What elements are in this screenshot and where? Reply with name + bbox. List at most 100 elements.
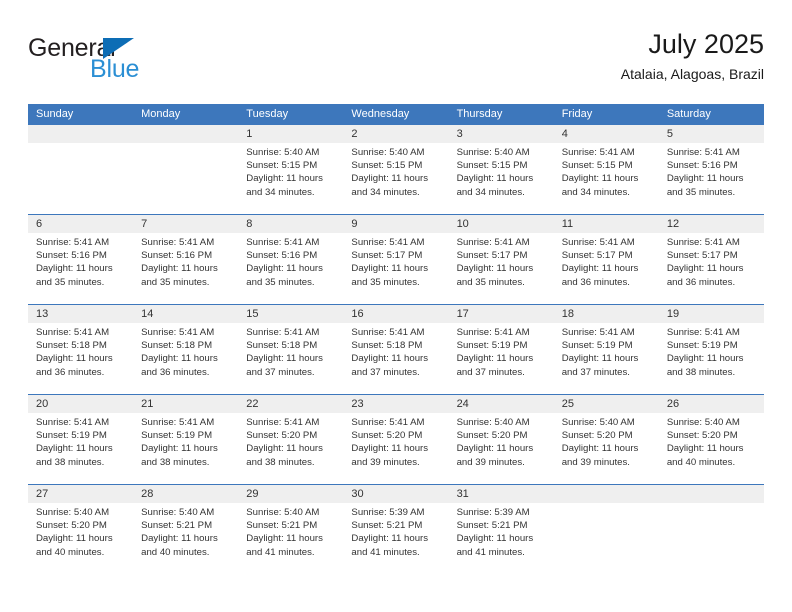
day-number: 17 [456, 308, 469, 320]
day-cell[interactable]: Sunrise: 5:40 AM Sunset: 5:20 PM Dayligh… [28, 503, 133, 574]
sunrise-text: Sunrise: 5:41 AM [246, 237, 320, 248]
day-cell[interactable]: Sunrise: 5:41 AM Sunset: 5:19 PM Dayligh… [28, 413, 133, 484]
day-cell[interactable]: Sunrise: 5:41 AM Sunset: 5:19 PM Dayligh… [554, 323, 659, 394]
day-cell[interactable]: Sunrise: 5:41 AM Sunset: 5:17 PM Dayligh… [449, 233, 554, 304]
weekday-header-row: Sunday Monday Tuesday Wednesday Thursday… [28, 104, 764, 124]
general-blue-logo[interactable]: General Blue [28, 36, 268, 92]
day-cell[interactable]: Sunrise: 5:41 AM Sunset: 5:20 PM Dayligh… [343, 413, 448, 484]
day-cell[interactable]: Sunrise: 5:41 AM Sunset: 5:18 PM Dayligh… [343, 323, 448, 394]
sunset-text: Sunset: 5:19 PM [561, 340, 633, 352]
daylight-text: Daylight: 11 hours and 35 minutes. [141, 263, 218, 288]
day-cell[interactable] [28, 143, 133, 214]
day-number: 24 [456, 398, 469, 410]
sunrise-text: Sunrise: 5:39 AM [351, 507, 425, 518]
calendar-grid: Sunday Monday Tuesday Wednesday Thursday… [28, 104, 764, 574]
day-number: 31 [456, 488, 469, 500]
day-cell[interactable]: Sunrise: 5:40 AM Sunset: 5:20 PM Dayligh… [554, 413, 659, 484]
sunset-text: Sunset: 5:16 PM [36, 250, 107, 262]
sunrise-text: Sunrise: 5:39 AM [456, 507, 530, 518]
day-number: 25 [561, 398, 574, 410]
day-cell[interactable] [659, 503, 764, 574]
sunrise-text: Sunrise: 5:41 AM [141, 237, 215, 248]
day-cell[interactable]: Sunrise: 5:41 AM Sunset: 5:15 PM Dayligh… [554, 143, 659, 214]
day-number [133, 125, 238, 143]
daylight-text: Daylight: 11 hours and 34 minutes. [456, 173, 534, 198]
calendar-week-row: 27 28 29 30 31 Sunrise: 5:40 AM Sunset: … [28, 484, 764, 574]
daylight-text: Daylight: 11 hours and 38 minutes. [141, 443, 218, 468]
week-daynumber-band: 6 7 8 9 10 11 12 [28, 215, 764, 233]
weekday-header-friday: Friday [561, 108, 593, 120]
day-number: 5 [666, 128, 673, 140]
daylight-text: Daylight: 11 hours and 41 minutes. [456, 533, 534, 558]
day-cell[interactable] [133, 143, 238, 214]
day-cell[interactable]: Sunrise: 5:41 AM Sunset: 5:18 PM Dayligh… [133, 323, 238, 394]
day-number: 1 [246, 128, 253, 140]
calendar-page: General Blue July 2025 Atalaia, Alagoas,… [0, 0, 792, 612]
daylight-text: Daylight: 11 hours and 35 minutes. [351, 263, 429, 288]
day-cell[interactable]: Sunrise: 5:41 AM Sunset: 5:16 PM Dayligh… [28, 233, 133, 304]
daylight-text: Daylight: 11 hours and 36 minutes. [141, 353, 218, 378]
day-cell[interactable]: Sunrise: 5:40 AM Sunset: 5:21 PM Dayligh… [133, 503, 238, 574]
daylight-text: Daylight: 11 hours and 37 minutes. [561, 353, 639, 378]
sunrise-text: Sunrise: 5:40 AM [246, 507, 320, 518]
day-cell[interactable]: Sunrise: 5:41 AM Sunset: 5:19 PM Dayligh… [449, 323, 554, 394]
day-cell[interactable]: Sunrise: 5:41 AM Sunset: 5:16 PM Dayligh… [133, 233, 238, 304]
daylight-text: Daylight: 11 hours and 39 minutes. [561, 443, 639, 468]
sunset-text: Sunset: 5:19 PM [666, 340, 738, 352]
day-number: 21 [141, 398, 154, 410]
day-number: 26 [666, 398, 680, 410]
sunset-text: Sunset: 5:16 PM [246, 250, 318, 262]
week-content-band: Sunrise: 5:41 AM Sunset: 5:16 PM Dayligh… [28, 233, 764, 304]
day-cell[interactable]: Sunrise: 5:41 AM Sunset: 5:20 PM Dayligh… [238, 413, 343, 484]
sunrise-text: Sunrise: 5:40 AM [141, 507, 215, 518]
sunset-text: Sunset: 5:20 PM [456, 430, 528, 442]
day-cell[interactable]: Sunrise: 5:41 AM Sunset: 5:16 PM Dayligh… [238, 233, 343, 304]
page-header: General Blue July 2025 Atalaia, Alagoas,… [28, 28, 764, 98]
daylight-text: Daylight: 11 hours and 35 minutes. [456, 263, 534, 288]
day-cell[interactable]: Sunrise: 5:41 AM Sunset: 5:17 PM Dayligh… [659, 233, 764, 304]
sunrise-text: Sunrise: 5:41 AM [561, 147, 635, 158]
day-cell[interactable]: Sunrise: 5:40 AM Sunset: 5:15 PM Dayligh… [449, 143, 554, 214]
sunset-text: Sunset: 5:20 PM [561, 430, 633, 442]
sunset-text: Sunset: 5:17 PM [666, 250, 738, 262]
day-cell[interactable]: Sunrise: 5:40 AM Sunset: 5:15 PM Dayligh… [238, 143, 343, 214]
daylight-text: Daylight: 11 hours and 37 minutes. [351, 353, 429, 378]
daylight-text: Daylight: 11 hours and 40 minutes. [666, 443, 744, 468]
day-number: 3 [456, 128, 463, 140]
sunrise-text: Sunrise: 5:41 AM [351, 327, 425, 338]
sunset-text: Sunset: 5:15 PM [561, 160, 633, 172]
sunrise-text: Sunrise: 5:41 AM [456, 237, 530, 248]
daylight-text: Daylight: 11 hours and 34 minutes. [561, 173, 639, 198]
day-cell[interactable] [554, 503, 659, 574]
day-cell[interactable]: Sunrise: 5:40 AM Sunset: 5:15 PM Dayligh… [343, 143, 448, 214]
day-cell[interactable]: Sunrise: 5:40 AM Sunset: 5:20 PM Dayligh… [449, 413, 554, 484]
day-number: 9 [351, 218, 358, 230]
location-subtitle: Atalaia, Alagoas, Brazil [620, 66, 764, 82]
sunrise-text: Sunrise: 5:40 AM [246, 147, 320, 158]
sunset-text: Sunset: 5:18 PM [141, 340, 213, 352]
day-cell[interactable]: Sunrise: 5:40 AM Sunset: 5:20 PM Dayligh… [659, 413, 764, 484]
day-cell[interactable]: Sunrise: 5:40 AM Sunset: 5:21 PM Dayligh… [238, 503, 343, 574]
sunset-text: Sunset: 5:20 PM [246, 430, 318, 442]
sunset-text: Sunset: 5:20 PM [351, 430, 423, 442]
day-cell[interactable]: Sunrise: 5:41 AM Sunset: 5:17 PM Dayligh… [554, 233, 659, 304]
day-cell[interactable]: Sunrise: 5:41 AM Sunset: 5:18 PM Dayligh… [238, 323, 343, 394]
sunrise-text: Sunrise: 5:41 AM [351, 237, 425, 248]
day-cell[interactable]: Sunrise: 5:39 AM Sunset: 5:21 PM Dayligh… [343, 503, 448, 574]
sunrise-text: Sunrise: 5:40 AM [36, 507, 110, 518]
day-cell[interactable]: Sunrise: 5:39 AM Sunset: 5:21 PM Dayligh… [449, 503, 554, 574]
day-cell[interactable]: Sunrise: 5:41 AM Sunset: 5:17 PM Dayligh… [343, 233, 448, 304]
weekday-header-monday: Monday [141, 108, 181, 120]
day-cell[interactable]: Sunrise: 5:41 AM Sunset: 5:18 PM Dayligh… [28, 323, 133, 394]
day-cell[interactable]: Sunrise: 5:41 AM Sunset: 5:19 PM Dayligh… [133, 413, 238, 484]
sunrise-text: Sunrise: 5:41 AM [246, 327, 320, 338]
day-cell[interactable]: Sunrise: 5:41 AM Sunset: 5:16 PM Dayligh… [659, 143, 764, 214]
day-number: 27 [36, 488, 49, 500]
sunset-text: Sunset: 5:21 PM [246, 520, 318, 532]
week-daynumber-band: 27 28 29 30 31 [28, 485, 764, 503]
day-number [554, 485, 659, 503]
day-cell[interactable]: Sunrise: 5:41 AM Sunset: 5:19 PM Dayligh… [659, 323, 764, 394]
daylight-text: Daylight: 11 hours and 36 minutes. [666, 263, 744, 288]
day-number: 11 [561, 218, 574, 230]
daylight-text: Daylight: 11 hours and 41 minutes. [246, 533, 323, 558]
